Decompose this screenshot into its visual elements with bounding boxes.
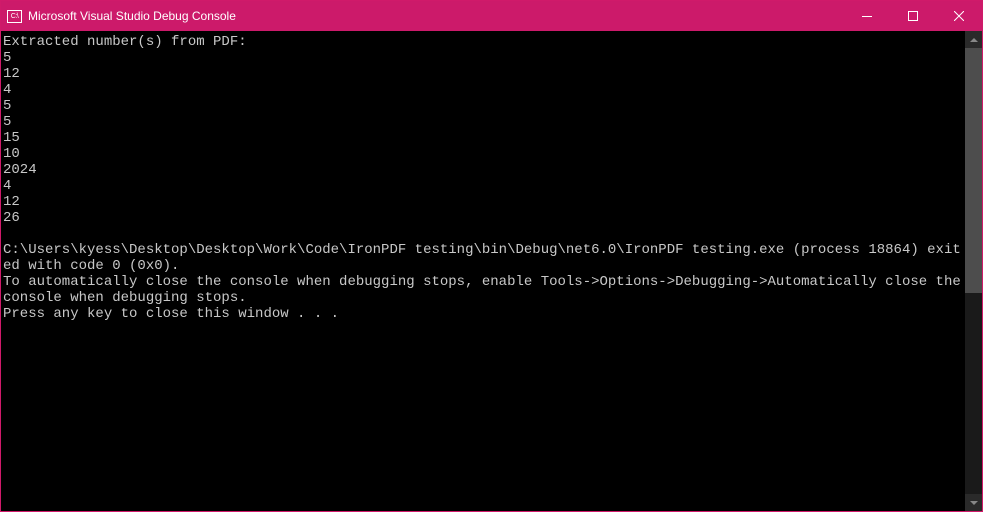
output-number: 15 <box>3 130 20 146</box>
output-number: 10 <box>3 146 20 162</box>
console-icon: C:\ <box>7 10 22 23</box>
output-number: 2024 <box>3 162 37 178</box>
window-title: Microsoft Visual Studio Debug Console <box>28 9 236 23</box>
titlebar[interactable]: C:\ Microsoft Visual Studio Debug Consol… <box>1 1 982 31</box>
output-number: 26 <box>3 210 20 226</box>
output-number: 12 <box>3 66 20 82</box>
content-area: Extracted number(s) from PDF: 5 12 4 5 5… <box>1 31 982 511</box>
output-header: Extracted number(s) from PDF: <box>3 34 247 50</box>
output-exit-line: C:\Users\kyess\Desktop\Desktop\Work\Code… <box>3 242 961 274</box>
minimize-button[interactable] <box>844 1 890 31</box>
output-number: 4 <box>3 178 11 194</box>
output-number: 5 <box>3 98 11 114</box>
output-number: 12 <box>3 194 20 210</box>
output-number: 5 <box>3 50 11 66</box>
titlebar-controls <box>844 1 982 31</box>
vertical-scrollbar[interactable] <box>965 31 982 511</box>
window: C:\ Microsoft Visual Studio Debug Consol… <box>0 0 983 512</box>
scroll-thumb[interactable] <box>965 48 982 293</box>
scroll-down-button[interactable] <box>965 494 982 511</box>
output-autoclose-line: To automatically close the console when … <box>3 274 965 306</box>
titlebar-left: C:\ Microsoft Visual Studio Debug Consol… <box>1 9 236 23</box>
console-output: Extracted number(s) from PDF: 5 12 4 5 5… <box>1 31 965 511</box>
output-number: 4 <box>3 82 11 98</box>
maximize-button[interactable] <box>890 1 936 31</box>
scroll-up-button[interactable] <box>965 31 982 48</box>
close-button[interactable] <box>936 1 982 31</box>
scroll-track[interactable] <box>965 48 982 494</box>
output-number: 5 <box>3 114 11 130</box>
output-presskey-line: Press any key to close this window . . . <box>3 306 339 322</box>
